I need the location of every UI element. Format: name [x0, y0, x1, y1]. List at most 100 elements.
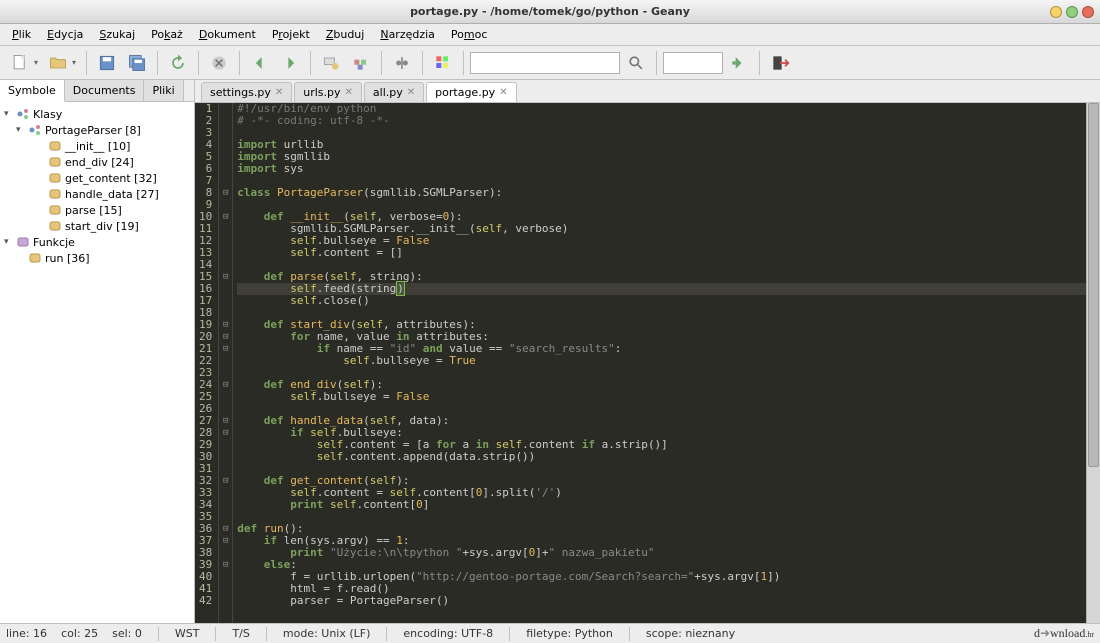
tree-item[interactable]: ▾Klasy	[2, 106, 192, 122]
build-button[interactable]	[347, 49, 375, 77]
tree-item[interactable]: run [36]	[2, 250, 192, 266]
fold-toggle[interactable]: ⊟	[219, 271, 232, 283]
vertical-scrollbar[interactable]	[1086, 103, 1100, 623]
fold-toggle	[219, 127, 232, 139]
sidebar-tabs: SymboleDocumentsPliki	[0, 80, 194, 102]
quit-button[interactable]	[766, 49, 794, 77]
fold-toggle[interactable]: ⊟	[219, 331, 232, 343]
method-icon	[48, 139, 62, 153]
expand-icon[interactable]: ▾	[4, 237, 16, 247]
goto-button[interactable]	[725, 49, 753, 77]
tree-item[interactable]: __init__ [10]	[2, 138, 192, 154]
run-button[interactable]	[388, 49, 416, 77]
close-tab-icon[interactable]: ✕	[499, 87, 507, 98]
fold-toggle	[219, 571, 232, 583]
close-tab-icon[interactable]: ✕	[275, 87, 283, 98]
code-editor[interactable]: 1234567891011121314151617181920212223242…	[195, 103, 1100, 623]
fold-toggle[interactable]: ⊟	[219, 211, 232, 223]
close-icon[interactable]	[1082, 6, 1094, 18]
fold-toggle[interactable]: ⊟	[219, 415, 232, 427]
fold-toggle[interactable]: ⊟	[219, 319, 232, 331]
save-all-button[interactable]	[123, 49, 151, 77]
minimize-icon[interactable]	[1050, 6, 1062, 18]
close-tab-icon[interactable]: ✕	[407, 87, 415, 98]
close-tab-icon[interactable]: ✕	[345, 87, 353, 98]
fold-toggle	[219, 511, 232, 523]
save-button[interactable]	[93, 49, 121, 77]
file-tab[interactable]: urls.py✕	[294, 82, 362, 102]
expand-icon[interactable]: ▾	[4, 109, 16, 119]
fold-toggle[interactable]: ⊟	[219, 559, 232, 571]
menu-edycja[interactable]: Edycja	[41, 26, 89, 43]
fold-toggle[interactable]: ⊟	[219, 379, 232, 391]
search-input[interactable]	[470, 52, 620, 74]
sidebar: SymboleDocumentsPliki ▾Klasy▾PortagePars…	[0, 80, 195, 623]
menu-projekt[interactable]: Projekt	[266, 26, 316, 43]
menu-narzędzia[interactable]: Narzędzia	[374, 26, 441, 43]
statusbar: line: 16 col: 25 sel: 0 WST T/S mode: Un…	[0, 623, 1100, 643]
menu-plik[interactable]: Plik	[6, 26, 37, 43]
tree-item[interactable]: parse [15]	[2, 202, 192, 218]
tree-item[interactable]: get_content [32]	[2, 170, 192, 186]
new-file-button[interactable]	[6, 49, 34, 77]
sidebar-tab-documents[interactable]: Documents	[65, 80, 145, 101]
fold-toggle[interactable]: ⊟	[219, 523, 232, 535]
tree-item[interactable]: handle_data [27]	[2, 186, 192, 202]
tree-item-label: PortageParser [8]	[45, 124, 141, 137]
goto-line-input[interactable]	[663, 52, 723, 74]
fold-toggle	[219, 307, 232, 319]
tree-item[interactable]: end_div [24]	[2, 154, 192, 170]
status-line: line: 16	[6, 627, 47, 640]
fold-toggle[interactable]: ⊟	[219, 475, 232, 487]
scrollbar-thumb[interactable]	[1088, 103, 1099, 467]
method-icon	[48, 219, 62, 233]
sidebar-tab-pliki[interactable]: Pliki	[144, 80, 183, 101]
file-tab[interactable]: portage.py✕	[426, 82, 516, 102]
close-file-button[interactable]	[205, 49, 233, 77]
fold-toggle	[219, 103, 232, 115]
class-icon	[28, 123, 42, 137]
window-controls	[1050, 6, 1094, 18]
tree-item[interactable]: ▾ PortageParser [8]	[2, 122, 192, 138]
code-lines[interactable]: #!/usr/bin/env python# -*- coding: utf-8…	[233, 103, 1086, 623]
menu-pokaż[interactable]: Pokaż	[145, 26, 189, 43]
fold-toggle[interactable]: ⊟	[219, 427, 232, 439]
search-button[interactable]	[622, 49, 650, 77]
color-picker-button[interactable]	[429, 49, 457, 77]
chevron-down-icon[interactable]: ▾	[72, 58, 76, 67]
fold-toggle	[219, 259, 232, 271]
fold-toggle[interactable]: ⊟	[219, 343, 232, 355]
fold-toggle[interactable]: ⊟	[219, 535, 232, 547]
fold-gutter[interactable]: ⊟⊟⊟⊟⊟⊟⊟⊟⊟⊟⊟⊟⊟	[219, 103, 233, 623]
method-icon	[28, 251, 42, 265]
fold-toggle	[219, 367, 232, 379]
fold-toggle	[219, 247, 232, 259]
file-tab[interactable]: all.py✕	[364, 82, 424, 102]
menu-szukaj[interactable]: Szukaj	[93, 26, 141, 43]
compile-button[interactable]	[317, 49, 345, 77]
tree-item[interactable]: ▾Funkcje	[2, 234, 192, 250]
reload-button[interactable]	[164, 49, 192, 77]
nav-back-button[interactable]	[246, 49, 274, 77]
status-insert: WST	[175, 627, 200, 640]
menu-dokument[interactable]: Dokument	[193, 26, 262, 43]
open-file-button[interactable]	[44, 49, 72, 77]
file-tab[interactable]: settings.py✕	[201, 82, 292, 102]
menu-zbuduj[interactable]: Zbuduj	[320, 26, 371, 43]
symbols-tree[interactable]: ▾Klasy▾PortageParser [8]__init__ [10]end…	[0, 102, 194, 623]
tree-item-label: run [36]	[45, 252, 90, 265]
nav-forward-button[interactable]	[276, 49, 304, 77]
tree-item-label: start_div [19]	[65, 220, 139, 233]
fold-toggle[interactable]: ⊟	[219, 187, 232, 199]
fold-toggle	[219, 547, 232, 559]
menubar: PlikEdycjaSzukajPokażDokumentProjektZbud…	[0, 24, 1100, 46]
fold-toggle	[219, 391, 232, 403]
status-scope: scope: nieznany	[646, 627, 735, 640]
chevron-down-icon[interactable]: ▾	[34, 58, 38, 67]
expand-icon[interactable]: ▾	[16, 125, 28, 135]
sidebar-tab-symbole[interactable]: Symbole	[0, 80, 65, 102]
maximize-icon[interactable]	[1066, 6, 1078, 18]
tree-item[interactable]: start_div [19]	[2, 218, 192, 234]
menu-pomoc[interactable]: Pomoc	[445, 26, 493, 43]
line-gutter: 1234567891011121314151617181920212223242…	[195, 103, 219, 623]
